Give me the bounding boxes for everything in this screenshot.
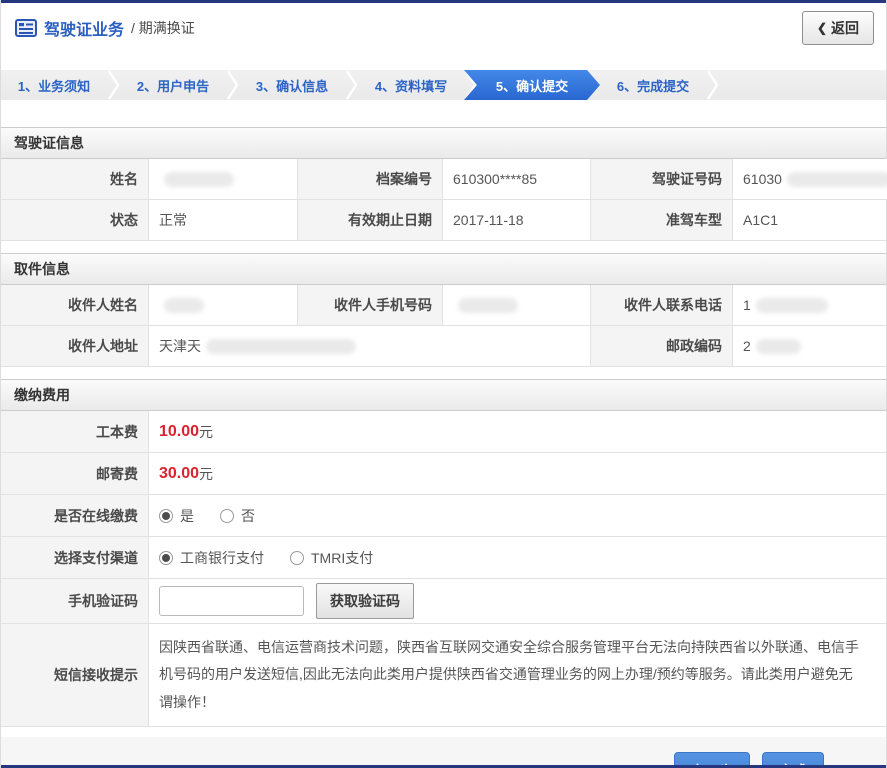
table-row: 邮寄费 30.00 元 (1, 453, 886, 495)
recipient-address-label: 收件人地址 (1, 326, 149, 367)
sms-notice-text: 因陕西省联通、电信运营商技术问题，陕西省互联网交通安全综合服务管理平台无法向持陕… (149, 624, 886, 727)
redacted-value (755, 338, 801, 354)
mailing-fee-value: 30.00 元 (149, 453, 886, 495)
table-row: 工本费 10.00 元 (1, 411, 886, 453)
fee-amount: 10.00 (159, 422, 200, 440)
production-fee-value: 10.00 元 (149, 411, 886, 453)
license-number-value: 61030 (733, 159, 887, 200)
table-row: 收件人地址 天津天 邮政编码 2 (1, 326, 886, 367)
form-list-icon (15, 19, 37, 37)
table-row: 收件人姓名 收件人手机号码 收件人联系电话 1 (1, 285, 886, 326)
table-row: 短信接收提示 因陕西省联通、电信运营商技术问题，陕西省互联网交通安全综合服务管理… (1, 624, 886, 727)
radio-dot (162, 511, 170, 520)
file-number-value: 610300****85 (443, 159, 591, 200)
pickup-info-section: 取件信息 收件人姓名 收件人手机号码 收件人联系电话 1 收件人地址 天津天 邮… (1, 253, 886, 367)
name-value (149, 159, 298, 200)
chevron-separator-icon (706, 70, 719, 100)
radio-icbc-pay-label: 工商银行支付 (180, 549, 264, 566)
table-row: 是否在线缴费 是 否 (1, 495, 886, 537)
production-fee-label: 工本费 (1, 411, 149, 453)
tab-step-3[interactable]: 3、确认信息 (239, 70, 345, 100)
recipient-phone-value: 1 (733, 285, 886, 326)
name-label: 姓名 (1, 159, 149, 200)
radio-dot (162, 553, 170, 562)
fee-unit: 元 (199, 423, 214, 440)
tab-step-6[interactable]: 6、完成提交 (600, 70, 706, 100)
postal-code-value: 2 (733, 326, 886, 367)
tabs-filler (719, 70, 886, 100)
radio-tmri-pay[interactable] (290, 550, 304, 565)
recipient-phone-label: 收件人联系电话 (591, 285, 733, 326)
payment-channel-options: 工商银行支付 TMRI支付 (149, 537, 886, 579)
sms-code-label: 手机验证码 (1, 579, 149, 624)
radio-online-yes-label: 是 (180, 507, 194, 524)
chevron-separator-icon (345, 70, 358, 100)
recipient-address-value: 天津天 (149, 326, 591, 367)
status-value: 正常 (149, 200, 298, 241)
radio-icbc-pay[interactable] (159, 550, 173, 565)
redacted-value (755, 297, 828, 313)
expiry-date-value: 2017-11-18 (443, 200, 591, 241)
recipient-name-value (149, 285, 298, 326)
radio-online-no-label: 否 (241, 507, 255, 524)
chevron-separator-icon (107, 70, 120, 100)
postal-code-label: 邮政编码 (591, 326, 733, 367)
step-tabs: 1、业务须知 2、用户申告 3、确认信息 4、资料填写 5、确认提交 6、完成提… (1, 70, 886, 100)
mailing-fee-label: 邮寄费 (1, 453, 149, 495)
back-button-label: 返回 (831, 20, 859, 36)
fee-unit: 元 (199, 465, 214, 482)
page-subtitle: / 期满换证 (131, 20, 195, 36)
redacted-value (458, 297, 518, 313)
fees-section: 缴纳费用 工本费 10.00 元 邮寄费 30.00 元 是否在线缴费 是 否 选择… (1, 379, 886, 727)
recipient-name-label: 收件人姓名 (1, 285, 149, 326)
table-row: 状态 正常 有效期止日期 2017-11-18 准驾车型 A1C1 (1, 200, 886, 241)
table-row: 手机验证码 获取验证码 (1, 579, 886, 624)
tab-step-1[interactable]: 1、业务须知 (1, 70, 107, 100)
get-code-button[interactable]: 获取验证码 (316, 583, 414, 619)
tab-step-4[interactable]: 4、资料填写 (358, 70, 464, 100)
fee-amount: 30.00 (159, 464, 200, 482)
chevron-separator-icon (226, 70, 239, 100)
tab-step-2[interactable]: 2、用户申告 (120, 70, 226, 100)
footer-actions: 上一步 完成 (1, 736, 886, 768)
recipient-mobile-label: 收件人手机号码 (298, 285, 443, 326)
file-number-label: 档案编号 (298, 159, 443, 200)
redacted-value (164, 297, 204, 313)
sms-notice-label: 短信接收提示 (1, 624, 149, 727)
expiry-date-label: 有效期止日期 (298, 200, 443, 241)
sms-code-input[interactable] (159, 586, 304, 616)
page: 驾驶证业务 / 期满换证 ❮ 返回 1、业务须知 2、用户申告 3、确认信息 4… (0, 0, 887, 768)
pay-online-label: 是否在线缴费 (1, 495, 149, 537)
redacted-value (206, 338, 356, 354)
license-info-section: 驾驶证信息 姓名 档案编号 610300****85 驾驶证号码 61030 状… (1, 127, 887, 241)
pay-online-options: 是 否 (149, 495, 886, 537)
vehicle-class-value: A1C1 (733, 200, 886, 241)
chevron-left-icon: ❮ (816, 21, 827, 35)
breadcrumb: 驾驶证业务 / 期满换证 (15, 16, 195, 40)
recipient-mobile-value (443, 285, 591, 326)
page-title: 驾驶证业务 (44, 22, 125, 39)
table-row: 选择支付渠道 工商银行支付 TMRI支付 (1, 537, 886, 579)
redacted-value (786, 171, 887, 187)
radio-online-no[interactable] (220, 508, 234, 523)
tab-step-5-active[interactable]: 5、确认提交 (464, 70, 600, 100)
table-row: 姓名 档案编号 610300****85 驾驶证号码 61030 (1, 159, 887, 200)
pickup-section-title: 取件信息 (1, 253, 886, 285)
license-number-label: 驾驶证号码 (591, 159, 733, 200)
back-button[interactable]: ❮ 返回 (801, 11, 874, 45)
fees-section-title: 缴纳费用 (1, 379, 886, 411)
radio-online-yes[interactable] (159, 508, 173, 523)
page-header: 驾驶证业务 / 期满换证 ❮ 返回 (1, 3, 886, 53)
vehicle-class-label: 准驾车型 (591, 200, 733, 241)
redacted-value (164, 171, 234, 187)
sms-code-field-row: 获取验证码 (149, 579, 886, 624)
license-section-title: 驾驶证信息 (1, 127, 886, 159)
radio-tmri-pay-label: TMRI支付 (311, 549, 374, 566)
payment-channel-label: 选择支付渠道 (1, 537, 149, 579)
status-label: 状态 (1, 200, 149, 241)
